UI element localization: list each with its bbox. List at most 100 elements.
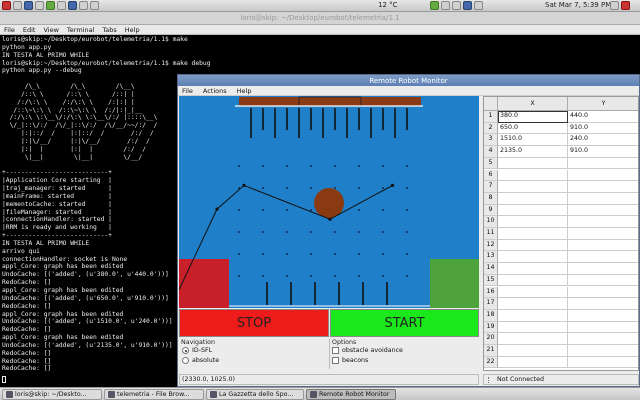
cell-y[interactable] — [568, 181, 638, 193]
mail-icon[interactable] — [35, 1, 44, 10]
checkbox-icon[interactable] — [332, 357, 339, 364]
editor-icon[interactable] — [57, 1, 66, 10]
column-header-y[interactable]: Y — [568, 97, 638, 111]
terminal-menu-terminal[interactable]: Terminal — [67, 26, 94, 34]
cell-y[interactable] — [568, 251, 638, 264]
row-number[interactable]: 20 — [484, 333, 498, 345]
nav-option-id-sfl[interactable]: ID-SFL — [182, 347, 212, 354]
row-number[interactable]: 11 — [484, 228, 498, 240]
weather-temperature[interactable]: 12 °C — [378, 1, 398, 9]
row-number[interactable]: 5 — [484, 157, 498, 170]
cell-x[interactable] — [498, 333, 568, 345]
cell-x[interactable] — [498, 263, 568, 275]
cell-x[interactable] — [498, 309, 568, 322]
trajectory-waypoint[interactable] — [390, 183, 395, 187]
cell-y[interactable]: 910.0 — [568, 146, 638, 158]
cell-x[interactable] — [498, 169, 568, 182]
trajectory-waypoint[interactable] — [242, 183, 246, 187]
cell-x[interactable] — [498, 286, 568, 299]
terminal-titlebar[interactable]: loris@skip: ~/Desktop/eurobot/telemetria… — [0, 12, 640, 25]
cell-x[interactable] — [498, 251, 568, 264]
row-number[interactable]: 7 — [484, 181, 498, 193]
cell-x[interactable]: 1510.0 — [498, 134, 568, 147]
row-number[interactable]: 12 — [484, 239, 498, 252]
shutdown-icon[interactable] — [621, 1, 630, 10]
radio-icon[interactable] — [182, 347, 189, 354]
cell-y[interactable] — [568, 193, 638, 205]
row-number[interactable]: 9 — [484, 204, 498, 217]
cell-y[interactable] — [568, 216, 638, 228]
row-number[interactable]: 21 — [484, 345, 498, 357]
cell-y[interactable] — [568, 322, 638, 334]
monitor-menu-actions[interactable]: Actions — [203, 87, 227, 95]
cell-x[interactable]: 2135.0 — [498, 146, 568, 158]
taskbar-item[interactable]: telemetria - File Brow... — [104, 388, 204, 400]
cell-y[interactable]: 240.0 — [568, 134, 638, 147]
network-icon[interactable] — [430, 1, 439, 10]
cell-x[interactable] — [498, 216, 568, 228]
cell-y[interactable] — [568, 158, 638, 170]
cell-x[interactable] — [498, 181, 568, 193]
trajectory-waypoint[interactable] — [215, 207, 219, 211]
row-number[interactable]: 13 — [484, 251, 498, 264]
row-number[interactable]: 15 — [484, 274, 498, 287]
cell-x[interactable] — [498, 321, 568, 334]
cell-y[interactable] — [568, 263, 638, 275]
bluetooth-icon[interactable] — [474, 1, 483, 10]
user-icon[interactable] — [610, 1, 619, 10]
browser-icon[interactable] — [24, 1, 33, 10]
monitor-icon[interactable] — [90, 1, 99, 10]
terminal-menu-help[interactable]: Help — [125, 26, 140, 34]
cell-x[interactable] — [498, 298, 568, 310]
row-number[interactable]: 4 — [484, 146, 498, 158]
cell-x[interactable] — [498, 239, 568, 252]
volume-icon[interactable] — [441, 1, 450, 10]
row-number[interactable]: 10 — [484, 216, 498, 228]
column-header-x[interactable]: X — [498, 97, 568, 111]
terminal-icon[interactable] — [13, 1, 22, 10]
folder-icon[interactable] — [46, 1, 55, 10]
cell-y[interactable] — [568, 228, 638, 240]
option-obstacle-avoidance[interactable]: obstacle avoidance — [332, 347, 403, 354]
terminal-menu-edit[interactable]: Edit — [23, 26, 36, 34]
cell-y[interactable] — [568, 333, 638, 345]
option-beacons[interactable]: beacons — [332, 357, 368, 364]
row-number[interactable]: 8 — [484, 192, 498, 205]
clock[interactable]: Sat Mar 7, 5:39 PM — [545, 1, 611, 9]
terminal-menu-tabs[interactable]: Tabs — [102, 26, 116, 34]
trajectory-waypoint[interactable] — [328, 217, 332, 221]
row-number[interactable]: 2 — [484, 122, 498, 135]
cell-x[interactable] — [498, 192, 568, 205]
row-number[interactable]: 6 — [484, 169, 498, 182]
cell-y[interactable] — [568, 310, 638, 322]
taskbar-item[interactable]: La Gazzetta dello Spo... — [206, 388, 304, 400]
checkbox-icon[interactable] — [332, 347, 339, 354]
app-icon[interactable] — [2, 1, 11, 10]
cell-x[interactable] — [498, 157, 568, 170]
playing-field-canvas[interactable] — [179, 96, 479, 308]
row-number[interactable]: 14 — [484, 263, 498, 275]
cell-x[interactable] — [498, 345, 568, 357]
terminal-menu-file[interactable]: File — [4, 26, 15, 34]
row-number[interactable]: 1 — [484, 111, 498, 123]
cell-y[interactable] — [568, 357, 638, 369]
cell-x[interactable]: 380.0 — [498, 111, 568, 123]
cell-y[interactable] — [568, 170, 638, 182]
cell-y[interactable] — [568, 240, 638, 252]
monitor-menu-help[interactable]: Help — [237, 87, 252, 95]
stop-button[interactable]: STOP — [179, 309, 329, 337]
row-number[interactable]: 18 — [484, 309, 498, 322]
cell-x[interactable]: 650.0 — [498, 122, 568, 135]
nav-option-absolute[interactable]: absolute — [182, 357, 219, 364]
row-number[interactable]: 3 — [484, 134, 498, 147]
cell-y[interactable] — [568, 205, 638, 217]
cell-y[interactable] — [568, 275, 638, 287]
row-number[interactable]: 16 — [484, 286, 498, 299]
cell-y[interactable] — [568, 345, 638, 357]
cell-x[interactable] — [498, 228, 568, 240]
cell-x[interactable] — [498, 274, 568, 287]
cell-x[interactable] — [498, 356, 568, 369]
update-icon[interactable] — [463, 1, 472, 10]
battery-icon[interactable] — [452, 1, 461, 10]
cell-y[interactable]: 910.0 — [568, 123, 638, 135]
